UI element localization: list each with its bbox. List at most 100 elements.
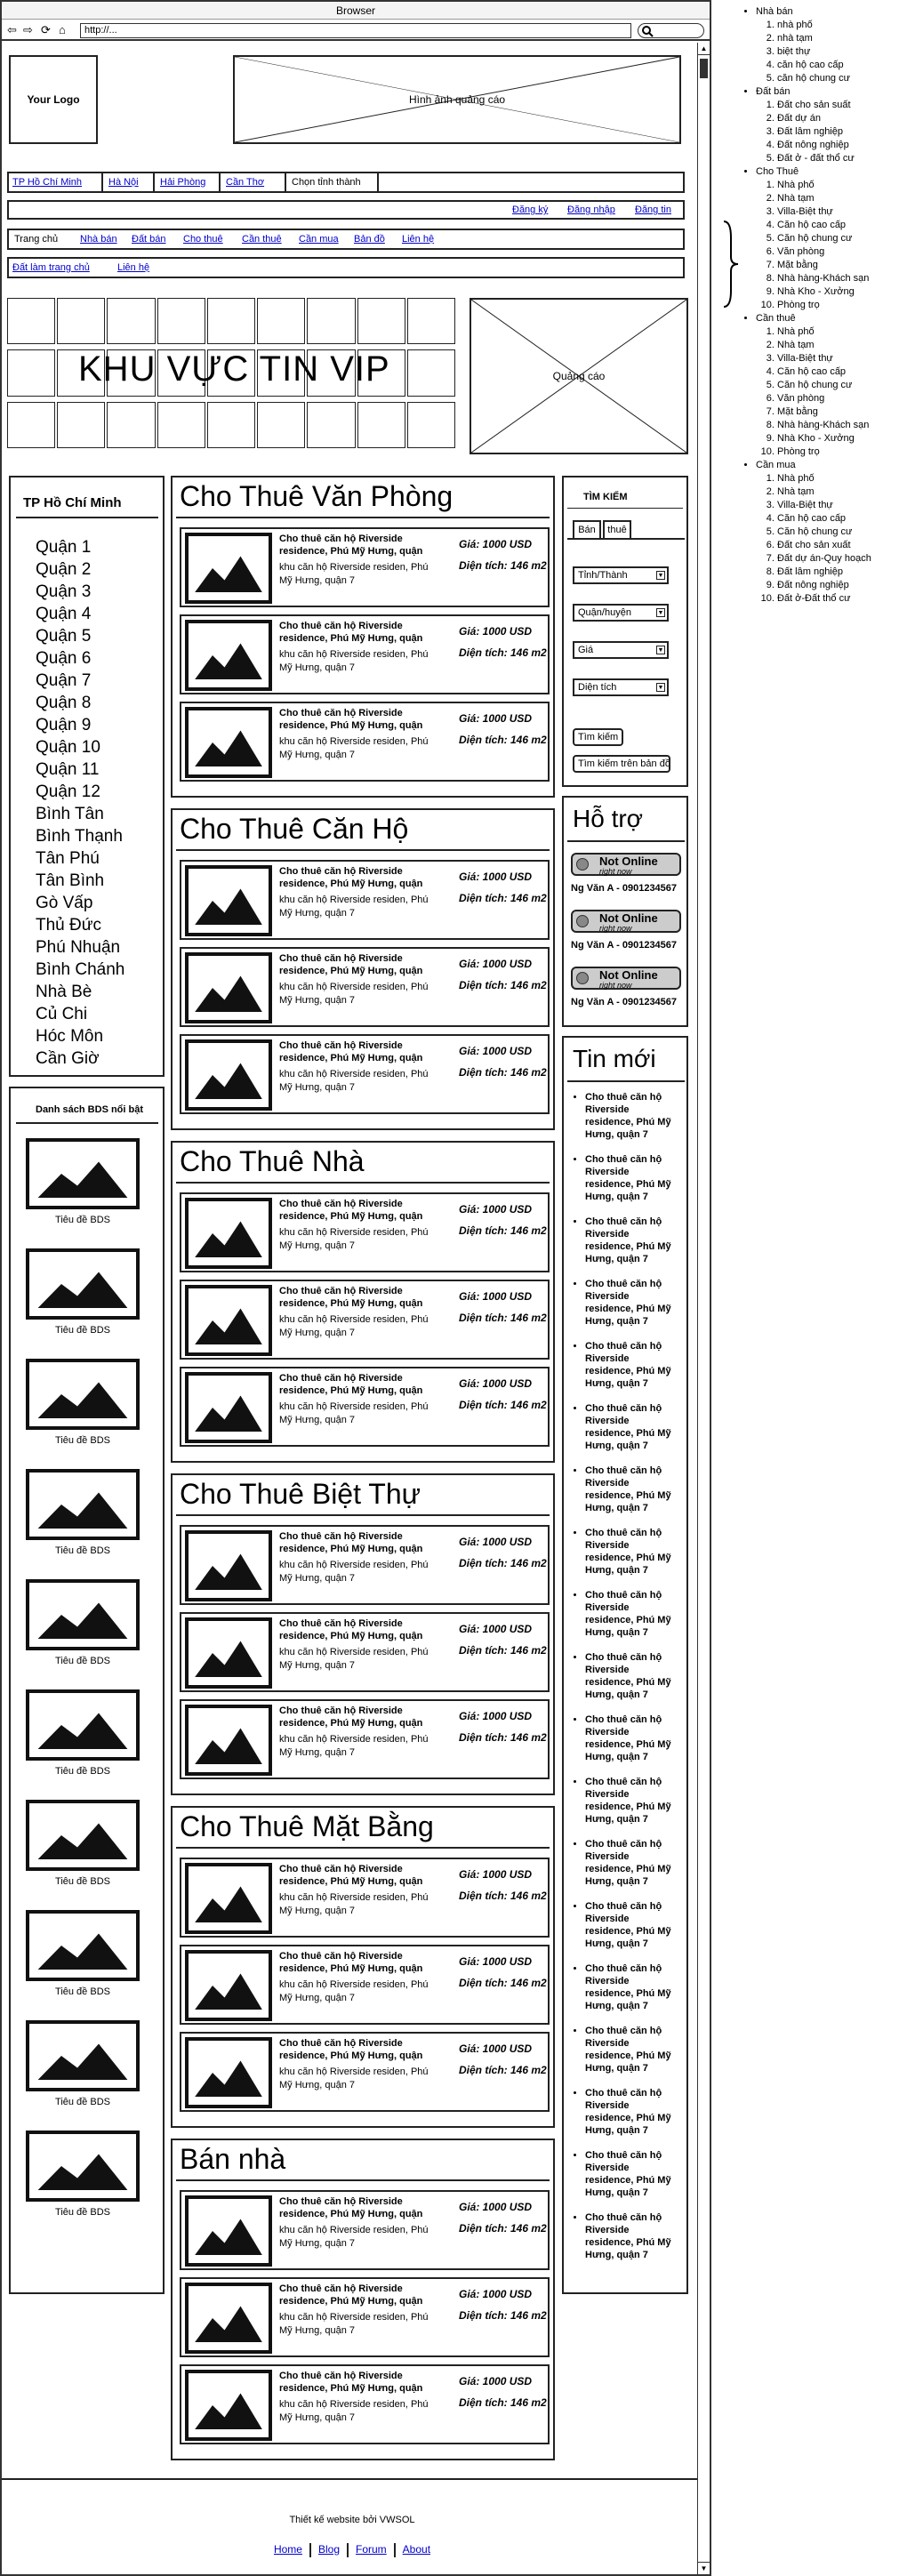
district-link[interactable]: Nhà Bè — [36, 981, 124, 1003]
search-tab-sell[interactable]: Bán — [573, 520, 601, 540]
listing-thumbnail[interactable] — [185, 1705, 272, 1776]
city-tab-hcm[interactable]: TP Hồ Chí Minh — [12, 177, 82, 188]
featured-image[interactable] — [26, 2131, 140, 2202]
browser-search-input[interactable] — [638, 23, 704, 38]
listing-item[interactable]: Cho thuê căn hộ Riverside residence, Phú… — [180, 1699, 550, 1779]
listing-thumbnail[interactable] — [185, 952, 272, 1023]
listing-title[interactable]: Cho thuê căn hộ Riverside residence, Phú… — [279, 1285, 430, 1310]
area-select[interactable]: Diện tích ▼ — [573, 678, 669, 696]
listing-item[interactable]: Cho thuê căn hộ Riverside residence, Phú… — [180, 1280, 550, 1360]
sitemap-subitem[interactable]: Phòng trọ — [777, 445, 895, 459]
district-select[interactable]: Quận/huyện ▼ — [573, 604, 669, 622]
listing-thumbnail[interactable] — [185, 533, 272, 604]
sitemap-category[interactable]: Cho ThuêNhà phốNhà tạmVilla-Biệt thựCăn … — [756, 165, 895, 312]
news-item[interactable]: Cho thuê căn hộ Riverside residence, Phú… — [585, 2149, 679, 2199]
sitemap-subitem[interactable]: Villa-Biệt thự — [777, 499, 895, 512]
district-link[interactable]: Quận 4 — [36, 603, 124, 625]
district-link[interactable]: Quận 1 — [36, 536, 124, 558]
sitemap-subitem[interactable]: Villa-Biệt thự — [777, 352, 895, 365]
listing-item[interactable]: Cho thuê căn hộ Riverside residence, Phú… — [180, 860, 550, 940]
listing-title[interactable]: Cho thuê căn hộ Riverside residence, Phú… — [279, 2037, 430, 2062]
featured-image[interactable] — [26, 1138, 140, 1209]
listing-title[interactable]: Cho thuê căn hộ Riverside residence, Phú… — [279, 1863, 430, 1888]
footer-link-forum[interactable]: Forum — [356, 2543, 387, 2556]
scroll-thumb[interactable] — [700, 59, 708, 78]
sitemap-subitem[interactable]: Đất cho sản suất — [777, 99, 895, 112]
back-icon[interactable]: ⇦ — [7, 23, 17, 37]
district-link[interactable]: Cần Giờ — [36, 1047, 124, 1070]
search-tab-rent[interactable]: thuê — [603, 520, 631, 540]
listing-thumbnail[interactable] — [185, 2195, 272, 2267]
listing-thumbnail[interactable] — [185, 2370, 272, 2441]
sitemap-subitem[interactable]: Đất dự án-Quy hoạch — [777, 552, 895, 566]
sitemap-category[interactable]: Đất bán Đất cho sản suấtĐất dự ánĐất lâm … — [756, 85, 895, 165]
vip-slot[interactable] — [107, 401, 156, 448]
district-link[interactable]: Bình Chánh — [36, 959, 124, 981]
news-item[interactable]: Cho thuê căn hộ Riverside residence, Phú… — [585, 1838, 679, 1888]
featured-item[interactable]: Tiêu đề BDS — [25, 1800, 140, 1887]
sitemap-subitem[interactable]: Nhà phố — [777, 472, 895, 486]
sitemap-subitem[interactable]: Văn phòng — [777, 245, 895, 259]
vip-slot[interactable] — [406, 298, 455, 345]
featured-item[interactable]: Tiêu đề BDS — [25, 1359, 140, 1446]
sitemap-subitem[interactable]: Nhà phố — [777, 179, 895, 192]
district-link[interactable]: Quận 10 — [36, 736, 124, 758]
vip-slot[interactable] — [7, 298, 56, 345]
news-item[interactable]: Cho thuê căn hộ Riverside residence, Phú… — [585, 2087, 679, 2137]
listing-item[interactable]: Cho thuê căn hộ Riverside residence, Phú… — [180, 527, 550, 607]
vip-slot[interactable] — [57, 401, 106, 448]
listing-item[interactable]: Cho thuê căn hộ Riverside residence, Phú… — [180, 2277, 550, 2357]
news-item[interactable]: Cho thuê căn hộ Riverside residence, Phú… — [585, 1153, 679, 1203]
vip-slot[interactable] — [257, 401, 306, 448]
listing-item[interactable]: Cho thuê căn hộ Riverside residence, Phú… — [180, 1612, 550, 1692]
listing-item[interactable]: Cho thuê căn hộ Riverside residence, Phú… — [180, 1945, 550, 2025]
listing-title[interactable]: Cho thuê căn hộ Riverside residence, Phú… — [279, 952, 430, 977]
sitemap-subitem[interactable]: Mặt bằng — [777, 405, 895, 419]
sitemap-subitem[interactable]: Đất ở - đất thổ cư — [777, 152, 895, 165]
vip-slot[interactable] — [157, 298, 205, 345]
sitemap-category[interactable]: Cần thuêNhà phốNhà tạmVilla-Biệt thựCăn … — [756, 312, 895, 459]
city-tab-cantho[interactable]: Cần Thơ — [226, 177, 264, 188]
menu-cho-thue[interactable]: Cho thuê — [178, 230, 229, 250]
sitemap-subitem[interactable]: căn hộ chung cư — [777, 72, 895, 85]
listing-title[interactable]: Cho thuê căn hộ Riverside residence, Phú… — [279, 1039, 430, 1064]
listing-thumbnail[interactable] — [185, 865, 272, 936]
sitemap-subitem[interactable]: Căn hộ chung cư — [777, 232, 895, 245]
featured-item[interactable]: Tiêu đề BDS — [25, 1689, 140, 1777]
featured-image[interactable] — [26, 1469, 140, 1540]
news-item[interactable]: Cho thuê căn hộ Riverside residence, Phú… — [585, 1465, 679, 1514]
listing-thumbnail[interactable] — [185, 1039, 272, 1111]
vip-slot[interactable] — [157, 401, 205, 448]
listing-title[interactable]: Cho thuê căn hộ Riverside residence, Phú… — [279, 1198, 430, 1223]
listing-title[interactable]: Cho thuê căn hộ Riverside residence, Phú… — [279, 707, 430, 732]
featured-item[interactable]: Tiêu đề BDS — [25, 1579, 140, 1666]
city-tab-haiphong[interactable]: Hải Phòng — [160, 177, 205, 188]
district-link[interactable]: Hóc Môn — [36, 1025, 124, 1047]
district-link[interactable]: Bình Tân — [36, 803, 124, 825]
sitemap-category[interactable]: Cần muaNhà phốNhà tạmVilla-Biệt thựCăn h… — [756, 459, 895, 606]
listing-thumbnail[interactable] — [185, 1950, 272, 2021]
featured-item[interactable]: Tiêu đề BDS — [25, 2020, 140, 2107]
vip-slot[interactable] — [206, 298, 256, 345]
post-link[interactable]: Đăng tin — [635, 205, 671, 215]
sitemap-subitem[interactable]: Nhà hàng-Khách sạn — [777, 272, 895, 285]
listing-title[interactable]: Cho thuê căn hộ Riverside residence, Phú… — [279, 1950, 430, 1975]
city-select[interactable]: Chọn tỉnh thành — [292, 177, 361, 188]
featured-item[interactable]: Tiêu đề BDS — [25, 1469, 140, 1556]
ad-banner[interactable]: Hình ảnh quảng cáo — [233, 55, 681, 144]
scroll-down-icon[interactable]: ▼ — [698, 2562, 710, 2574]
listing-item[interactable]: Cho thuê căn hộ Riverside residence, Phú… — [180, 702, 550, 782]
listing-thumbnail[interactable] — [185, 1198, 272, 1269]
listing-title[interactable]: Cho thuê căn hộ Riverside residence, Phú… — [279, 2370, 430, 2395]
listing-thumbnail[interactable] — [185, 620, 272, 691]
forward-icon[interactable]: ⇨ — [23, 23, 33, 37]
listing-title[interactable]: Cho thuê căn hộ Riverside residence, Phú… — [279, 2195, 430, 2220]
sitemap-subitem[interactable]: Căn hộ cao cấp — [777, 219, 895, 232]
listing-item[interactable]: Cho thuê căn hộ Riverside residence, Phú… — [180, 1367, 550, 1447]
district-link[interactable]: Quận 11 — [36, 758, 124, 781]
district-link[interactable]: Quận 12 — [36, 781, 124, 803]
menu-home[interactable]: Trang chủ — [9, 230, 63, 250]
listing-thumbnail[interactable] — [185, 1530, 272, 1601]
sitemap-subitem[interactable]: Căn hộ cao cấp — [777, 365, 895, 379]
sitemap-subitem[interactable]: Đất dự án — [777, 112, 895, 125]
